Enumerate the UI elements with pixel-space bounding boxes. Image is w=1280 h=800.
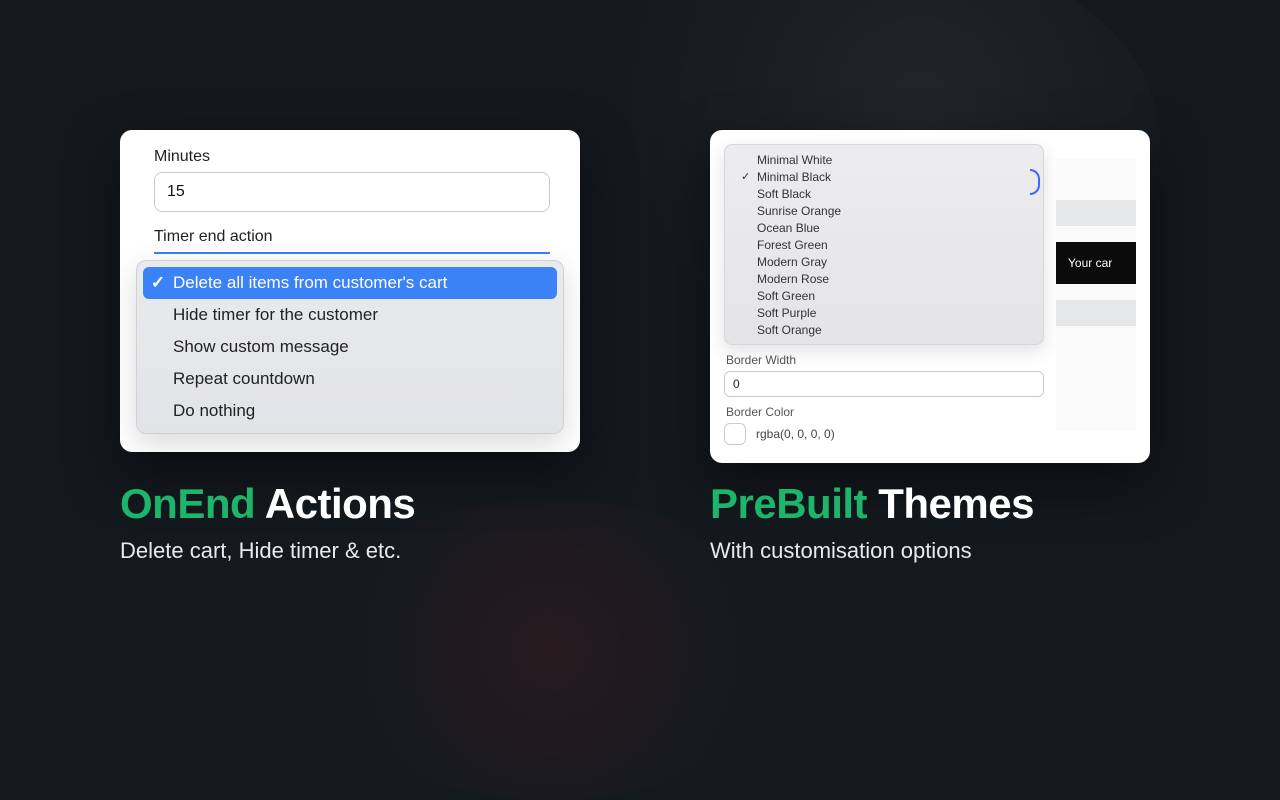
- timer-end-action-label: Timer end action: [154, 228, 550, 246]
- theme-option[interactable]: ✓Ocean Blue: [725, 219, 1043, 236]
- onend-subtitle: Delete cart, Hide timer & etc.: [120, 538, 415, 564]
- prebuilt-subtitle: With customisation options: [710, 538, 1150, 564]
- theme-label: Forest Green: [757, 238, 828, 252]
- border-width-input[interactable]: 0: [724, 371, 1044, 397]
- theme-label: Modern Rose: [757, 272, 829, 286]
- preview-cart-banner: Your car: [1056, 242, 1136, 284]
- option-label: Show custom message: [173, 337, 349, 357]
- dropdown-top-border: [154, 252, 550, 254]
- theme-option[interactable]: ✓ Minimal Black: [725, 168, 1043, 185]
- theme-label: Minimal Black: [757, 170, 831, 184]
- timer-end-action-dropdown[interactable]: ✓ Delete all items from customer's cart ✓H…: [136, 260, 564, 434]
- option-label: Repeat countdown: [173, 369, 315, 389]
- minutes-input[interactable]: 15: [154, 172, 550, 212]
- timer-action-option[interactable]: ✓Do nothing: [137, 395, 563, 427]
- onend-title: OnEnd Actions: [120, 480, 415, 528]
- theme-label: Soft Black: [757, 187, 811, 201]
- border-color-value: rgba(0, 0, 0, 0): [756, 427, 835, 441]
- onend-caption: OnEnd Actions Delete cart, Hide timer & …: [120, 480, 415, 564]
- timer-action-option[interactable]: ✓Hide timer for the customer: [137, 299, 563, 331]
- onend-actions-card: Minutes 15 Timer end action ✓ Delete all …: [120, 130, 580, 452]
- theme-option[interactable]: ✓Modern Rose: [725, 270, 1043, 287]
- theme-label: Ocean Blue: [757, 221, 820, 235]
- theme-option[interactable]: ✓Soft Black: [725, 185, 1043, 202]
- check-icon: ✓: [151, 273, 165, 293]
- theme-option[interactable]: ✓Soft Purple: [725, 304, 1043, 321]
- theme-option[interactable]: ✓Forest Green: [725, 236, 1043, 253]
- theme-label: Soft Orange: [757, 323, 822, 337]
- theme-option[interactable]: ✓Sunrise Orange: [725, 202, 1043, 219]
- prebuilt-themes-card: ✓Minimal White✓Minimal Black✓Soft Black✓…: [710, 130, 1150, 463]
- theme-preset-dropdown[interactable]: ✓Minimal White✓Minimal Black✓Soft Black✓…: [724, 144, 1044, 345]
- theme-option[interactable]: ✓Soft Orange: [725, 321, 1043, 338]
- theme-option[interactable]: ✓Modern Gray: [725, 253, 1043, 270]
- theme-label: Soft Green: [757, 289, 815, 303]
- timer-action-option[interactable]: ✓ Delete all items from customer's cart: [143, 267, 557, 299]
- onend-title-accent: OnEnd: [120, 480, 255, 527]
- check-icon: ✓: [741, 170, 751, 183]
- preview-bar: [1056, 300, 1136, 326]
- timer-action-option[interactable]: ✓Repeat countdown: [137, 363, 563, 395]
- prebuilt-title-accent: PreBuilt: [710, 480, 867, 527]
- option-label: Delete all items from customer's cart: [173, 273, 447, 293]
- option-label: Hide timer for the customer: [173, 305, 378, 325]
- theme-preview-strip: Your car: [1056, 158, 1136, 431]
- preview-bar: [1056, 200, 1136, 226]
- prebuilt-caption: PreBuilt Themes With customisation optio…: [710, 480, 1150, 564]
- theme-label: Sunrise Orange: [757, 204, 841, 218]
- theme-label: Modern Gray: [757, 255, 827, 269]
- theme-option[interactable]: ✓Soft Green: [725, 287, 1043, 304]
- theme-option[interactable]: ✓Minimal White: [725, 151, 1043, 168]
- border-color-swatch[interactable]: [724, 423, 746, 445]
- theme-label: Minimal White: [757, 153, 832, 167]
- prebuilt-title: PreBuilt Themes: [710, 480, 1150, 528]
- timer-action-option[interactable]: ✓Show custom message: [137, 331, 563, 363]
- minutes-label: Minutes: [154, 148, 550, 166]
- onend-title-rest: Actions: [255, 480, 415, 527]
- theme-label: Soft Purple: [757, 306, 816, 320]
- prebuilt-title-rest: Themes: [867, 480, 1034, 527]
- option-label: Do nothing: [173, 401, 255, 421]
